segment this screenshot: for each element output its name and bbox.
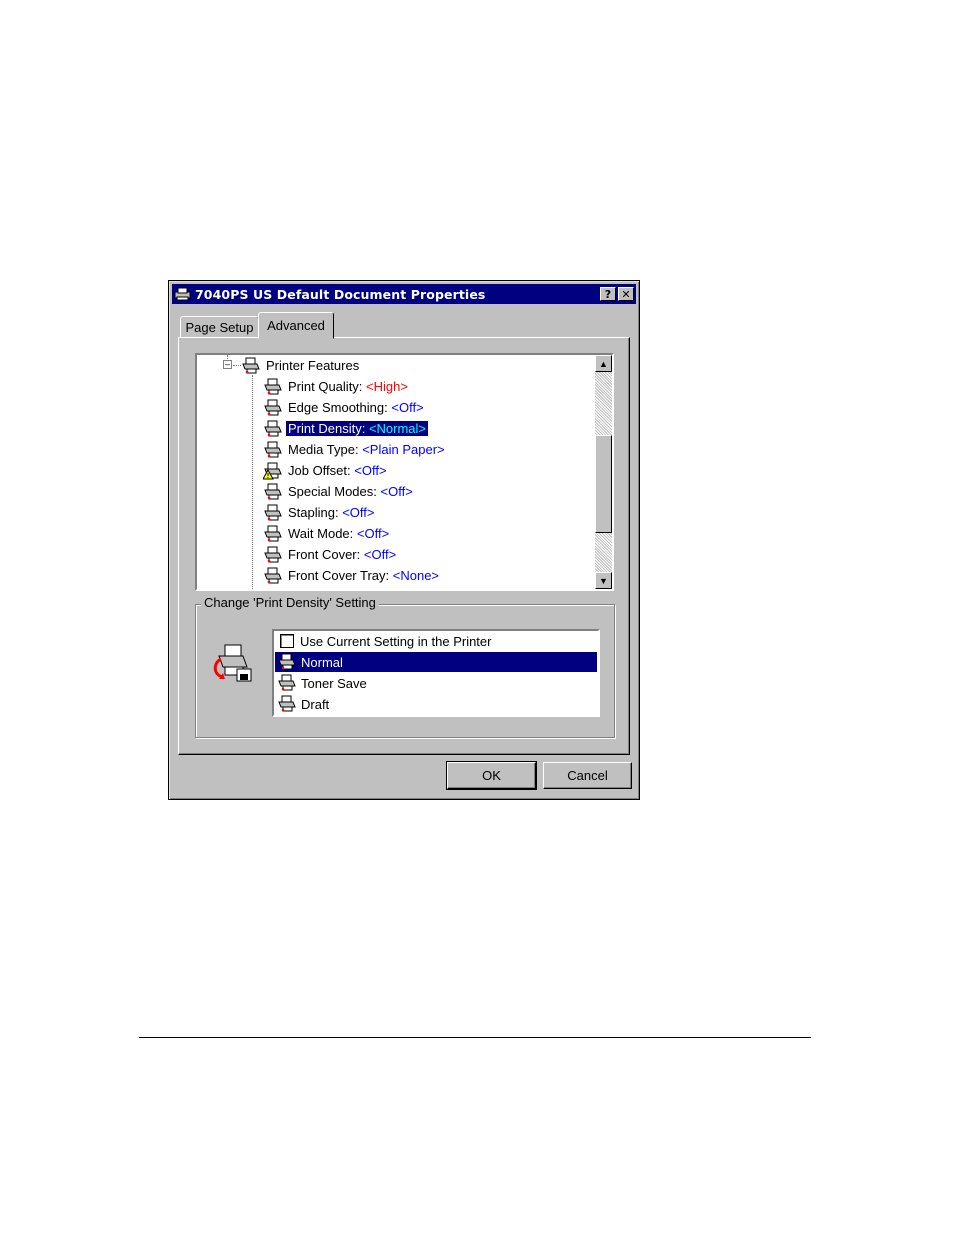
setting-name: Special Modes: [288, 484, 377, 499]
option-label: Toner Save [301, 675, 367, 691]
setting-value: <Off> [354, 463, 387, 478]
printer-icon [263, 483, 283, 501]
tree-scrollbar[interactable]: ▲ ▼ [595, 355, 612, 589]
tree-item-edge-smoothing[interactable]: Edge Smoothing: <Off> [263, 398, 426, 417]
option-label: Use Current Setting in the Printer [300, 633, 492, 649]
setting-name: Print Density: [288, 421, 366, 436]
up-arrow-icon: ▲ [599, 358, 608, 369]
printer-icon [263, 504, 283, 522]
setting-name: Media Type: [288, 442, 359, 457]
setting-value: <Off> [356, 526, 390, 541]
printer-icon [277, 653, 297, 671]
tree-item-special-modes[interactable]: Special Modes: <Off> [263, 482, 415, 501]
tab-label: Advanced [267, 318, 325, 333]
printer-settings-icon [211, 643, 255, 683]
setting-value: <Plain Paper> [362, 442, 445, 457]
tree-item-stapling[interactable]: Stapling: <Off> [263, 503, 377, 522]
setting-name: Job Offset: [288, 463, 351, 478]
scroll-thumb[interactable] [595, 435, 612, 533]
tree-item-job-offset[interactable]: Job Offset: <Off> [263, 461, 389, 480]
tree-item-print-density[interactable]: Print Density: <Normal> [263, 419, 430, 438]
tree-item-front-cover-tray[interactable]: Front Cover Tray: <None> [263, 566, 441, 585]
setting-value: <Off> [342, 505, 375, 520]
printer-icon [277, 674, 297, 692]
printer-icon [241, 357, 261, 375]
setting-name: Edge Smoothing: [288, 400, 388, 415]
collapse-toggle[interactable]: – [223, 360, 232, 369]
printer-icon [263, 378, 283, 396]
tree-line [252, 375, 253, 589]
tree-line [233, 365, 241, 366]
setting-value: <Off> [363, 547, 397, 562]
printer-icon [263, 567, 283, 585]
warning-printer-icon [263, 462, 283, 480]
setting-name: Wait Mode: [288, 526, 354, 541]
window-title: 7040PS US Default Document Properties [195, 286, 486, 302]
setting-options-list[interactable]: Use Current Setting in the Printer Norma… [272, 629, 600, 717]
tree-item-media-type[interactable]: Media Type: <Plain Paper> [263, 440, 447, 459]
setting-value: <None> [392, 568, 440, 583]
features-tree[interactable]: – Printer Features Print Quality: <High>… [195, 353, 614, 591]
cancel-button[interactable]: Cancel [543, 762, 632, 789]
title-bar[interactable]: 7040PS US Default Document Properties ? … [172, 284, 636, 304]
setting-name: Print Quality: [288, 379, 363, 394]
setting-name: Stapling: [288, 505, 339, 520]
close-icon: ✕ [621, 287, 631, 301]
printer-icon [277, 695, 297, 713]
printer-icon [263, 420, 283, 438]
option-label: Normal [301, 654, 343, 670]
printer-icon [263, 546, 283, 564]
setting-value: <Normal> [368, 421, 427, 436]
document-properties-dialog: 7040PS US Default Document Properties ? … [168, 280, 640, 800]
option-draft[interactable]: Draft [275, 694, 597, 714]
setting-value: <Off> [391, 400, 424, 415]
tree-item-print-quality[interactable]: Print Quality: <High> [263, 377, 410, 396]
scroll-down-button[interactable]: ▼ [595, 572, 612, 589]
printer-icon [263, 441, 283, 459]
setting-value: <High> [366, 379, 408, 394]
tree-root-label: Printer Features [266, 358, 360, 373]
tab-page-setup[interactable]: Page Setup [180, 316, 259, 338]
printer-icon [263, 399, 283, 417]
setting-name: Front Cover: [288, 547, 361, 562]
option-normal[interactable]: Normal [275, 652, 597, 672]
tab-label: Page Setup [185, 319, 254, 335]
close-button[interactable]: ✕ [618, 287, 634, 301]
page-divider [139, 1037, 811, 1038]
help-button[interactable]: ? [600, 287, 616, 301]
printer-icon [174, 287, 192, 301]
tab-advanced[interactable]: Advanced [258, 312, 334, 339]
tree-root[interactable]: Printer Features [241, 356, 361, 375]
setting-group-title: Change 'Print Density' Setting [201, 595, 379, 610]
option-use-current[interactable]: Use Current Setting in the Printer [275, 631, 597, 651]
tree-item-front-cover[interactable]: Front Cover: <Off> [263, 545, 398, 564]
down-arrow-icon: ▼ [599, 575, 608, 586]
ok-button[interactable]: OK [446, 761, 537, 790]
scroll-up-button[interactable]: ▲ [595, 355, 612, 372]
option-toner-save[interactable]: Toner Save [275, 673, 597, 693]
setting-name: Front Cover Tray: [288, 568, 390, 583]
checkbox-icon[interactable] [280, 634, 294, 648]
tree-item-wait-mode[interactable]: Wait Mode: <Off> [263, 524, 391, 543]
setting-value: <Off> [380, 484, 413, 499]
printer-icon [263, 525, 283, 543]
option-label: Draft [301, 696, 330, 712]
